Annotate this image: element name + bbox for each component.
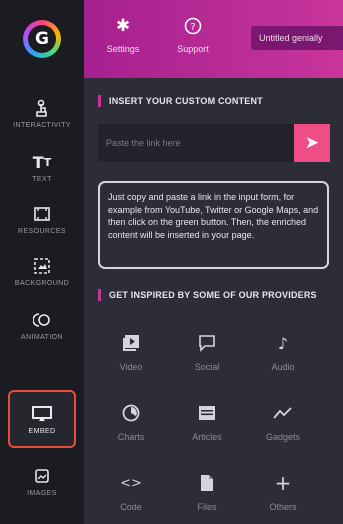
sidebar-item-embed[interactable]: Embed <box>8 390 76 448</box>
support-label: Support <box>177 44 209 54</box>
sidebar-item-text[interactable]: TT Text <box>0 138 84 196</box>
embed-panel: INSERT YOUR CUSTOM CONTENT ➤ Just copy a… <box>84 78 343 524</box>
sidebar-item-label: Images <box>27 490 57 497</box>
app-logo[interactable]: G <box>0 0 84 78</box>
sidebar-item-label: Animation <box>21 334 63 341</box>
chart-icon <box>122 402 140 424</box>
providers-section-title: GET INSPIRED BY SOME OF OUR PROVIDERS <box>98 288 317 302</box>
help-icon: ? <box>184 14 202 38</box>
settings-label: Settings <box>106 44 140 54</box>
provider-label: Files <box>197 502 217 512</box>
sidebar-item-background[interactable]: Background <box>0 242 84 300</box>
providers-title-text: GET INSPIRED BY SOME OF OUR PROVIDERS <box>109 290 317 300</box>
music-note-icon: ♪ <box>277 333 289 353</box>
monitor-icon <box>32 403 52 425</box>
provider-label: Video <box>119 362 143 372</box>
gear-icon: ✱ <box>115 16 131 36</box>
sidebar: G Interactivity TT Text Resources Backgr… <box>0 0 84 524</box>
provider-articles[interactable]: Articles <box>174 402 240 460</box>
provider-social[interactable]: Social <box>174 332 240 390</box>
provider-label: Code <box>120 502 142 512</box>
provider-label: Social <box>194 362 220 372</box>
provider-others[interactable]: + Others <box>250 471 316 524</box>
file-icon <box>200 472 214 494</box>
sidebar-item-animation[interactable]: Animation <box>0 296 84 354</box>
picture-icon <box>35 465 49 487</box>
support-button[interactable]: ? Support <box>160 14 226 54</box>
sidebar-item-interactivity[interactable]: Interactivity <box>0 84 84 142</box>
insert-title-text: INSERT YOUR CUSTOM CONTENT <box>109 96 263 106</box>
provider-label: Articles <box>192 432 222 442</box>
provider-charts[interactable]: Charts <box>98 402 164 460</box>
genially-logo-icon: G <box>23 20 61 58</box>
insert-section-title: INSERT YOUR CUSTOM CONTENT <box>98 94 263 108</box>
send-button[interactable]: ➤ <box>294 124 330 162</box>
sidebar-item-images[interactable]: Images <box>0 452 84 510</box>
plus-icon: + <box>274 471 292 495</box>
image-frame-icon <box>34 203 50 225</box>
animation-icon <box>33 309 51 331</box>
provider-label: Gadgets <box>265 432 301 442</box>
sidebar-item-label: Embed <box>28 428 56 435</box>
gadget-icon <box>273 402 293 424</box>
background-icon <box>34 255 50 277</box>
provider-label: Charts <box>117 432 145 442</box>
video-icon <box>122 332 140 354</box>
provider-label: Others <box>269 502 297 512</box>
sidebar-item-label: Interactivity <box>13 122 71 129</box>
provider-label: Audio <box>271 362 295 372</box>
settings-button[interactable]: ✱ Settings <box>90 14 156 54</box>
provider-audio[interactable]: ♪ Audio <box>250 332 316 390</box>
provider-gadgets[interactable]: Gadgets <box>250 402 316 460</box>
project-title[interactable]: Untitled genially <box>251 26 343 50</box>
article-icon <box>198 402 216 424</box>
link-input[interactable] <box>98 124 294 162</box>
provider-files[interactable]: Files <box>174 472 240 524</box>
text-icon: TT <box>32 152 52 172</box>
code-icon: <> <box>120 475 142 491</box>
section-accent-bar <box>98 95 101 107</box>
sidebar-item-resources[interactable]: Resources <box>0 190 84 248</box>
svg-text:?: ? <box>190 22 195 33</box>
sidebar-item-label: Background <box>14 280 70 287</box>
help-box: Just copy and paste a link in the input … <box>98 181 329 269</box>
sidebar-item-label: Resources <box>18 228 66 235</box>
send-arrow-icon: ➤ <box>304 133 320 153</box>
sidebar-item-label: Text <box>32 176 52 183</box>
provider-code[interactable]: <> Code <box>98 472 164 524</box>
provider-video[interactable]: Video <box>98 332 164 390</box>
section-accent-bar <box>98 289 101 301</box>
touch-icon <box>35 97 49 119</box>
speech-bubble-icon <box>198 332 216 354</box>
top-header: ✱ Settings ? Support Untitled genially <box>84 0 343 78</box>
link-row: ➤ <box>98 124 330 162</box>
